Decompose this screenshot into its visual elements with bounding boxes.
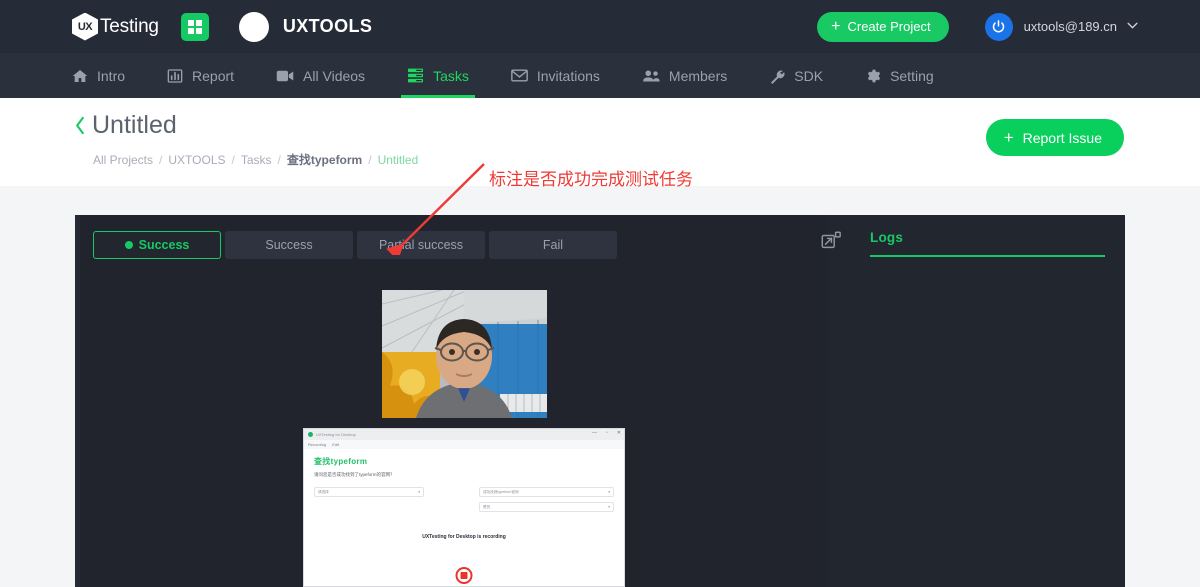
main-navigation-bar: Intro Report All Videos Tasks Invitations Mem… xyxy=(0,53,1200,98)
grid-apps-icon[interactable] xyxy=(180,12,209,41)
bar-chart-icon xyxy=(167,68,183,84)
menu-item-recording: Recording xyxy=(308,442,327,447)
envelope-icon xyxy=(511,69,528,82)
breadcrumb-item-0[interactable]: All Projects xyxy=(93,153,153,167)
header-right-group: + Create Project uxtools@189.cn xyxy=(817,11,1138,42)
nav-item-tasks[interactable]: Tasks xyxy=(401,53,475,98)
logo-wordmark: Testing xyxy=(100,15,159,37)
expand-window-icon[interactable] xyxy=(820,230,842,257)
home-icon xyxy=(72,68,88,84)
gear-icon xyxy=(865,68,881,84)
mock-window-menubar: Recording Edit xyxy=(304,440,624,449)
breadcrumb: All Projects / UXTOOLS / Tasks / 查找typeform / Un… xyxy=(93,151,418,168)
mock-window-titlebar: UXTesting for Desktop — ▫ ✕ xyxy=(304,429,624,440)
organization-name: UXTOOLS xyxy=(282,16,373,36)
wrench-icon xyxy=(769,68,785,84)
chevron-down-icon: ▾ xyxy=(418,490,420,494)
brand-logo[interactable]: UX Testing xyxy=(72,12,159,41)
create-project-button[interactable]: + Create Project xyxy=(817,11,949,42)
breadcrumb-separator: / xyxy=(159,153,163,167)
panel-left-edge xyxy=(75,215,80,587)
status-button-success-selected[interactable]: Success xyxy=(93,231,221,259)
nav-item-label: Members xyxy=(668,67,728,84)
logs-tab-underline xyxy=(870,255,1105,257)
mock-window-title: UXTesting for Desktop xyxy=(316,432,356,437)
nav-item-intro[interactable]: Intro xyxy=(72,53,125,98)
plus-icon: + xyxy=(1003,128,1014,147)
mock-page-heading: 查找typeform xyxy=(314,457,368,466)
uxtesting-hex-logo-icon: UX xyxy=(72,12,98,41)
breadcrumb-separator: / xyxy=(277,153,281,167)
chevron-down-icon[interactable] xyxy=(1127,21,1138,32)
status-button-label: Fail xyxy=(542,238,564,252)
nav-item-label: Setting xyxy=(890,67,934,84)
mock-select-left-value: 请选择 xyxy=(318,489,329,494)
status-button-success[interactable]: Success xyxy=(225,231,353,259)
page-title: Untitled xyxy=(92,111,177,139)
mock-page-question: 请问您是否成功找到了typeform的官网？ xyxy=(314,472,395,477)
status-button-label: Success xyxy=(265,238,313,252)
nav-item-label: Tasks xyxy=(433,67,469,84)
logs-tab[interactable]: Logs xyxy=(870,230,1105,257)
maximize-icon: ▫ xyxy=(606,430,608,436)
status-dot-icon xyxy=(124,241,133,249)
mock-select-right-2-value: 是的 xyxy=(483,504,491,509)
nav-item-label: SDK xyxy=(794,67,824,84)
app-status-dot-icon xyxy=(308,432,313,437)
breadcrumb-item-3[interactable]: 查找typeform xyxy=(287,153,362,167)
webcam-video-thumbnail[interactable] xyxy=(382,290,547,418)
nav-item-label: Report xyxy=(192,67,235,84)
mock-select-right-1: 成功找到typeform官网 ▾ xyxy=(479,487,614,497)
status-button-label: Success xyxy=(138,238,190,252)
back-button[interactable] xyxy=(74,116,86,141)
recording-status-text: UXTesting for Desktop is recording xyxy=(422,534,506,540)
plus-icon: + xyxy=(831,17,841,35)
nav-item-members[interactable]: Members xyxy=(642,53,727,98)
mock-select-left: 请选择 ▾ xyxy=(314,487,424,497)
breadcrumb-item-2[interactable]: Tasks xyxy=(241,153,272,167)
nav-item-label: Invitations xyxy=(536,67,600,84)
mock-page-body: 查找typeform 请问您是否成功找到了typeform的官网？ 请选择 ▾ 成… xyxy=(304,449,624,586)
user-avatar-power-icon[interactable] xyxy=(984,12,1013,41)
nav-item-label: Intro xyxy=(97,67,126,84)
organization-avatar xyxy=(238,11,269,42)
menu-item-edit: Edit xyxy=(332,442,340,447)
nav-item-all-videos[interactable]: All Videos xyxy=(276,53,365,98)
nav-item-invitations[interactable]: Invitations xyxy=(511,53,600,98)
annotation-arrow xyxy=(386,163,485,255)
nav-item-report[interactable]: Report xyxy=(167,53,234,98)
minimize-icon: — xyxy=(592,430,598,436)
task-status-button-group: Success Success Partial success Fail xyxy=(93,231,617,259)
top-header-bar: UX Testing UXTOOLS + Create Project uxto… xyxy=(0,0,1200,53)
task-detail-panel: Success Success Partial success Fail UXT… xyxy=(75,215,1125,587)
logo-mark-text: UX xyxy=(77,20,93,33)
mock-field-row: 请选择 ▾ 成功找到typeform官网 ▾ 是的 ▾ xyxy=(314,487,614,512)
breadcrumb-separator: / xyxy=(368,153,372,167)
video-camera-icon xyxy=(276,69,294,83)
report-issue-button[interactable]: + Report Issue xyxy=(985,119,1124,156)
chevron-down-icon: ▾ xyxy=(608,505,610,509)
mock-window-controls: — ▫ ✕ xyxy=(592,430,621,436)
breadcrumb-item-1[interactable]: UXTOOLS xyxy=(168,153,225,167)
logs-tab-label: Logs xyxy=(870,230,904,245)
close-icon: ✕ xyxy=(616,430,621,436)
chevron-down-icon: ▾ xyxy=(608,490,610,494)
create-project-label: Create Project xyxy=(847,19,931,34)
mock-select-right-1-value: 成功找到typeform官网 xyxy=(483,489,519,494)
mock-select-right-2: 是的 ▾ xyxy=(479,502,614,512)
breadcrumb-separator: / xyxy=(231,153,235,167)
user-email-label[interactable]: uxtools@189.cn xyxy=(1024,19,1117,34)
status-button-fail[interactable]: Fail xyxy=(489,231,617,259)
people-icon xyxy=(642,69,660,83)
tasks-list-icon xyxy=(407,68,424,83)
screen-recording-thumbnail[interactable]: UXTesting for Desktop — ▫ ✕ Recording Ed… xyxy=(303,428,625,587)
nav-item-setting[interactable]: Setting xyxy=(865,53,934,98)
nav-item-label: All Videos xyxy=(303,67,366,84)
stop-recording-button[interactable] xyxy=(455,567,473,584)
nav-item-sdk[interactable]: SDK xyxy=(769,53,823,98)
annotation-text: 标注是否成功完成测试任务 xyxy=(489,170,693,190)
report-issue-label: Report Issue xyxy=(1022,129,1102,146)
